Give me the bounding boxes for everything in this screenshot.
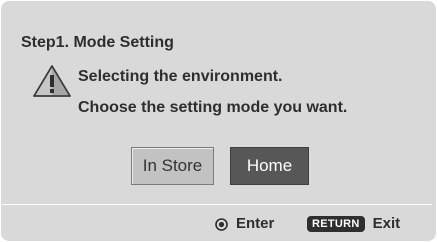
enter-label: Enter <box>236 215 275 232</box>
return-badge: RETURN <box>307 216 365 232</box>
home-button[interactable]: Home <box>230 147 309 185</box>
in-store-button[interactable]: In Store <box>131 147 214 185</box>
mode-setting-dialog: Step1. Mode Setting Selecting the enviro… <box>1 1 436 241</box>
enter-hint: Enter <box>215 215 274 233</box>
return-hint: RETURN Exit <box>307 215 400 233</box>
footer-divider <box>2 204 432 205</box>
message-line-1: Selecting the environment. <box>78 68 283 85</box>
dialog-title: Step1. Mode Setting <box>21 34 174 51</box>
enter-circle-icon <box>215 217 228 231</box>
message-line-2: Choose the setting mode you want. <box>78 99 348 116</box>
warning-triangle-icon <box>33 65 71 97</box>
exit-label: Exit <box>372 215 401 232</box>
